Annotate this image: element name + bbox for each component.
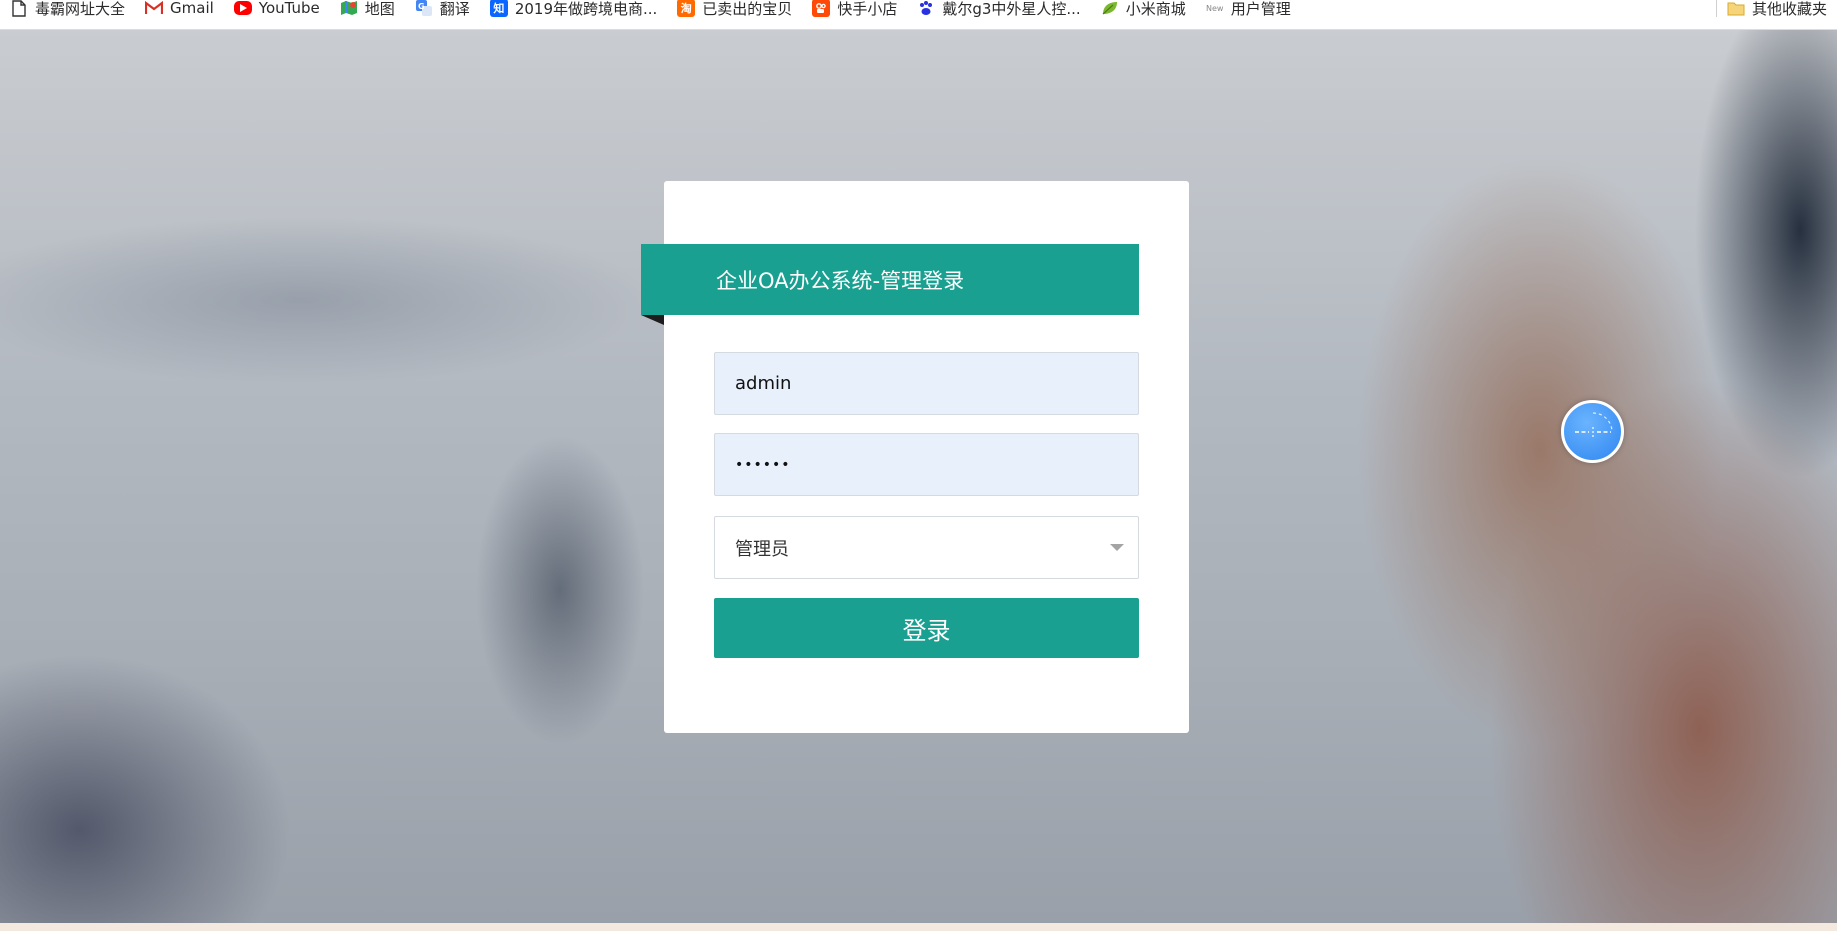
bookmark-duba[interactable]: 毒霸网址大全 <box>0 0 135 23</box>
bookmark-label: 2019年做跨境电商... <box>514 0 658 18</box>
bookmark-kuaishou[interactable]: 快手小店 <box>802 0 907 23</box>
login-title-text: 企业OA办公系统-管理登录 <box>716 268 965 293</box>
login-button-label: 登录 <box>902 616 951 645</box>
bookmarks-bar: 毒霸网址大全 Gmail YouTube 地图 G 翻译 知 2019年做跨境电… <box>0 0 1837 30</box>
login-title: 企业OA办公系统-管理登录 <box>641 244 1139 315</box>
new-icon: New <box>1205 3 1224 13</box>
bookmark-taobao[interactable]: 淘 已卖出的宝贝 <box>667 0 802 23</box>
file-icon <box>10 0 28 17</box>
zhihu-icon: 知 <box>489 0 508 17</box>
bookmark-label: 其他收藏夹 <box>1751 0 1827 18</box>
bookmark-label: 用户管理 <box>1230 0 1291 18</box>
floating-assistant-button[interactable] <box>1561 400 1624 463</box>
bookmark-label: 戴尔g3中外星人控... <box>942 0 1081 18</box>
bookmark-label: 毒霸网址大全 <box>35 0 126 18</box>
role-select-value: 管理员 <box>735 538 789 560</box>
gmail-icon <box>145 0 164 17</box>
bookmark-label: 小米商城 <box>1125 0 1186 18</box>
username-input[interactable] <box>735 353 1138 414</box>
banner-fold <box>641 315 664 325</box>
chevron-down-icon <box>1110 544 1124 551</box>
bookmark-label: 翻译 <box>439 0 470 18</box>
taobao-icon: 淘 <box>677 0 696 17</box>
bookmark-label: Gmail <box>170 0 214 17</box>
bookmark-maps[interactable]: 地图 <box>330 0 405 23</box>
translate-icon: G <box>415 0 433 17</box>
bookmark-user-admin[interactable]: New 用户管理 <box>1196 0 1301 23</box>
bookmark-baidu[interactable]: 戴尔g3中外星人控... <box>907 0 1090 23</box>
bookmark-translate[interactable]: G 翻译 <box>405 0 480 23</box>
folder-icon <box>1727 0 1745 17</box>
kuaishou-icon <box>812 0 831 17</box>
crosshair-icon <box>1574 411 1613 437</box>
bottom-strip <box>0 923 1837 931</box>
bookmark-youtube[interactable]: YouTube <box>224 0 330 23</box>
username-field[interactable] <box>714 352 1139 415</box>
baidu-icon <box>917 0 935 17</box>
bookmark-label: YouTube <box>258 0 320 17</box>
login-button[interactable]: 登录 <box>714 598 1139 658</box>
role-select[interactable]: 管理员 <box>714 516 1139 579</box>
password-input[interactable]: •••••• <box>735 457 791 473</box>
maps-icon <box>340 0 358 17</box>
bookmark-label: 地图 <box>364 0 395 18</box>
bookmark-gmail[interactable]: Gmail <box>135 0 224 23</box>
bookmark-label: 已卖出的宝贝 <box>702 0 793 18</box>
leaf-icon <box>1101 0 1119 17</box>
bookmark-other-folder[interactable]: 其他收藏夹 <box>1717 0 1837 23</box>
bookmark-zhihu[interactable]: 知 2019年做跨境电商... <box>480 0 667 23</box>
youtube-icon <box>233 1 252 15</box>
svg-text:G: G <box>418 2 425 11</box>
password-field[interactable]: •••••• <box>714 433 1139 496</box>
bookmark-xiaomi[interactable]: 小米商城 <box>1091 0 1196 23</box>
bookmark-label: 快手小店 <box>837 0 898 18</box>
